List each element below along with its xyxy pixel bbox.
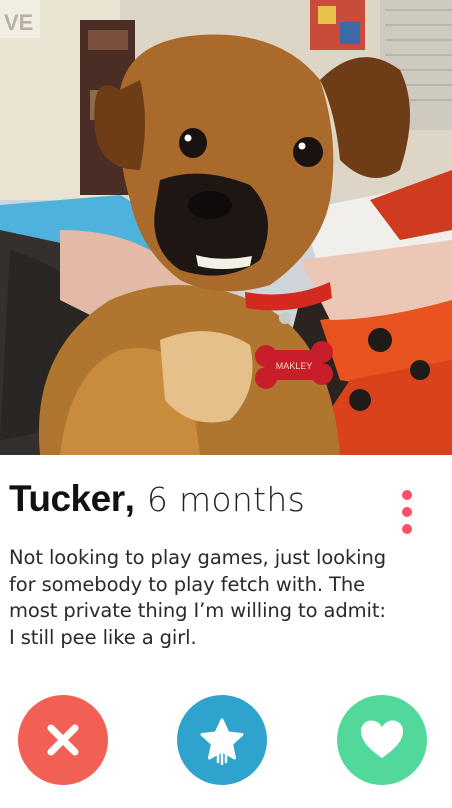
profile-bio: Not looking to play games, just looking … [9,545,445,651]
svg-text:VE: VE [4,10,33,35]
bio-line: most private thing I’m willing to admit: [9,599,386,622]
star-icon [200,718,244,765]
profile-name: Tucker [9,478,125,519]
bio-line: for somebody to play fetch with. The [9,572,365,596]
heart-icon [361,720,403,758]
bio-line: I still pee like a girl. [9,625,197,649]
nope-button[interactable] [18,695,108,785]
more-dot [402,524,412,534]
profile-name-age: Tucker, 6 months [9,478,389,530]
like-button[interactable] [337,695,427,785]
profile-age: 6 months [146,480,306,519]
bio-line: Not looking to play games, just looking [9,546,387,569]
tag-text: MAKLEY [276,361,313,371]
dog-photo-illustration: VE MAKLEY [0,0,452,455]
name-separator: , [124,478,135,519]
superlike-button[interactable] [177,695,267,785]
more-dot [402,507,412,517]
action-bar [0,690,452,800]
more-dot [402,490,412,500]
more-options-icon[interactable] [396,490,418,534]
close-icon [47,724,79,756]
profile-photo[interactable]: VE MAKLEY [0,0,452,455]
